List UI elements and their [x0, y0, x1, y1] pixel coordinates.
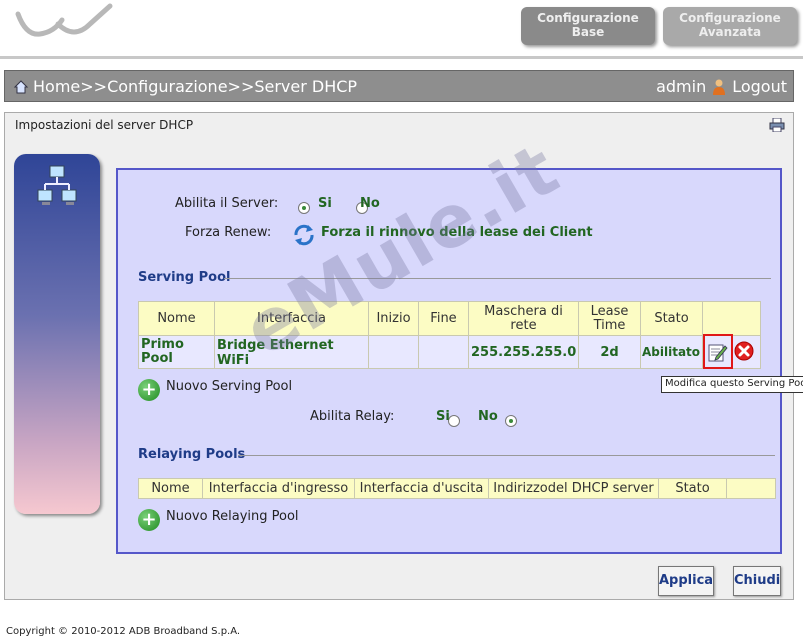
- column-header: Nome: [138, 478, 203, 499]
- pool-end-cell: [418, 335, 469, 369]
- panel-title: Impostazioni del server DHCP: [15, 118, 194, 132]
- tab-label-line2: Base: [571, 25, 605, 39]
- edit-pool-button[interactable]: [703, 334, 733, 369]
- add-icon[interactable]: +: [138, 509, 160, 531]
- apply-button[interactable]: Applica: [658, 566, 714, 596]
- enable-server-yes-radio[interactable]: [298, 201, 310, 214]
- column-header: Interfaccia d'ingresso: [202, 478, 355, 499]
- breadcrumb-text[interactable]: Home>>Configurazione>>Server DHCP: [33, 77, 357, 96]
- enable-relay-no-label: No: [478, 409, 498, 424]
- sidebar: [14, 154, 100, 514]
- refresh-icon[interactable]: [292, 223, 316, 247]
- logout-link[interactable]: Logout: [732, 77, 787, 96]
- network-icon: [37, 165, 77, 205]
- column-header-actions: [726, 478, 776, 499]
- table-header-row: Nome Interfaccia d'ingresso Interfaccia …: [138, 478, 776, 499]
- column-header: Interfaccia d'uscita: [354, 478, 489, 499]
- delete-icon[interactable]: [734, 341, 754, 361]
- column-header: Indirizzodel DHCP server: [488, 478, 659, 499]
- user-icon: [713, 79, 726, 95]
- pool-mask-cell: 255.255.255.0: [468, 335, 579, 369]
- enable-relay-no-radio[interactable]: [505, 414, 518, 427]
- print-icon[interactable]: [769, 118, 785, 132]
- serving-pool-table: Nome Interfaccia Inizio Fine Maschera di…: [138, 301, 761, 369]
- relaying-pools-title: Relaying Pools: [138, 447, 246, 462]
- enable-server-yes-label: Si: [318, 196, 332, 211]
- column-header-actions: [702, 301, 761, 336]
- pool-status-cell: Abilitato: [640, 335, 703, 369]
- enable-server-no-label: No: [360, 196, 380, 211]
- section-divider: [238, 455, 775, 456]
- tab-label-line1: Configurazione: [537, 11, 639, 25]
- edit-icon: [708, 344, 728, 362]
- tooltip: Modifica questo Serving Pool: [661, 376, 803, 393]
- column-header: Stato: [640, 301, 703, 336]
- header-divider: [0, 56, 803, 59]
- username: admin: [656, 77, 707, 96]
- force-renew-label: Forza Renew:: [185, 225, 272, 240]
- breadcrumb[interactable]: Home>>Configurazione>>Server DHCP: [13, 77, 357, 96]
- pool-start-cell: [368, 335, 419, 369]
- pool-name-cell: Primo Pool: [138, 335, 215, 369]
- pool-lease-cell: 2d: [578, 335, 641, 369]
- table-row: Primo Pool Bridge Ethernet WiFi 255.255.…: [138, 335, 761, 369]
- logo: [15, 3, 113, 37]
- home-icon: [13, 79, 29, 93]
- breadcrumb-bar: Home>>Configurazione>>Server DHCP admin …: [4, 70, 794, 102]
- copyright: Copyright © 2010-2012 ADB Broadband S.p.…: [6, 626, 241, 637]
- column-header: Maschera di rete: [468, 301, 579, 336]
- enable-relay-label: Abilita Relay:: [310, 409, 395, 424]
- tab-configurazione-base[interactable]: Configurazione Base: [521, 7, 655, 45]
- new-serving-pool-link[interactable]: Nuovo Serving Pool: [166, 379, 292, 394]
- column-header: Stato: [658, 478, 727, 499]
- table-header-row: Nome Interfaccia Inizio Fine Maschera di…: [138, 301, 761, 336]
- enable-relay-yes-label: Si: [436, 409, 450, 424]
- column-header: Fine: [418, 301, 469, 336]
- close-button[interactable]: Chiudi: [733, 566, 781, 596]
- serving-pool-title: Serving Pool: [138, 270, 231, 285]
- tab-label-line1: Configurazione: [679, 11, 781, 25]
- tab-label-line2: Avanzata: [698, 25, 762, 39]
- add-icon[interactable]: +: [138, 379, 160, 401]
- relaying-pools-table: Nome Interfaccia d'ingresso Interfaccia …: [138, 478, 776, 499]
- enable-server-label: Abilita il Server:: [175, 196, 279, 211]
- new-relaying-pool-link[interactable]: Nuovo Relaying Pool: [166, 509, 299, 524]
- tab-configurazione-avanzata[interactable]: Configurazione Avanzata: [663, 7, 797, 45]
- column-header: Nome: [138, 301, 215, 336]
- column-header: Lease Time: [578, 301, 641, 336]
